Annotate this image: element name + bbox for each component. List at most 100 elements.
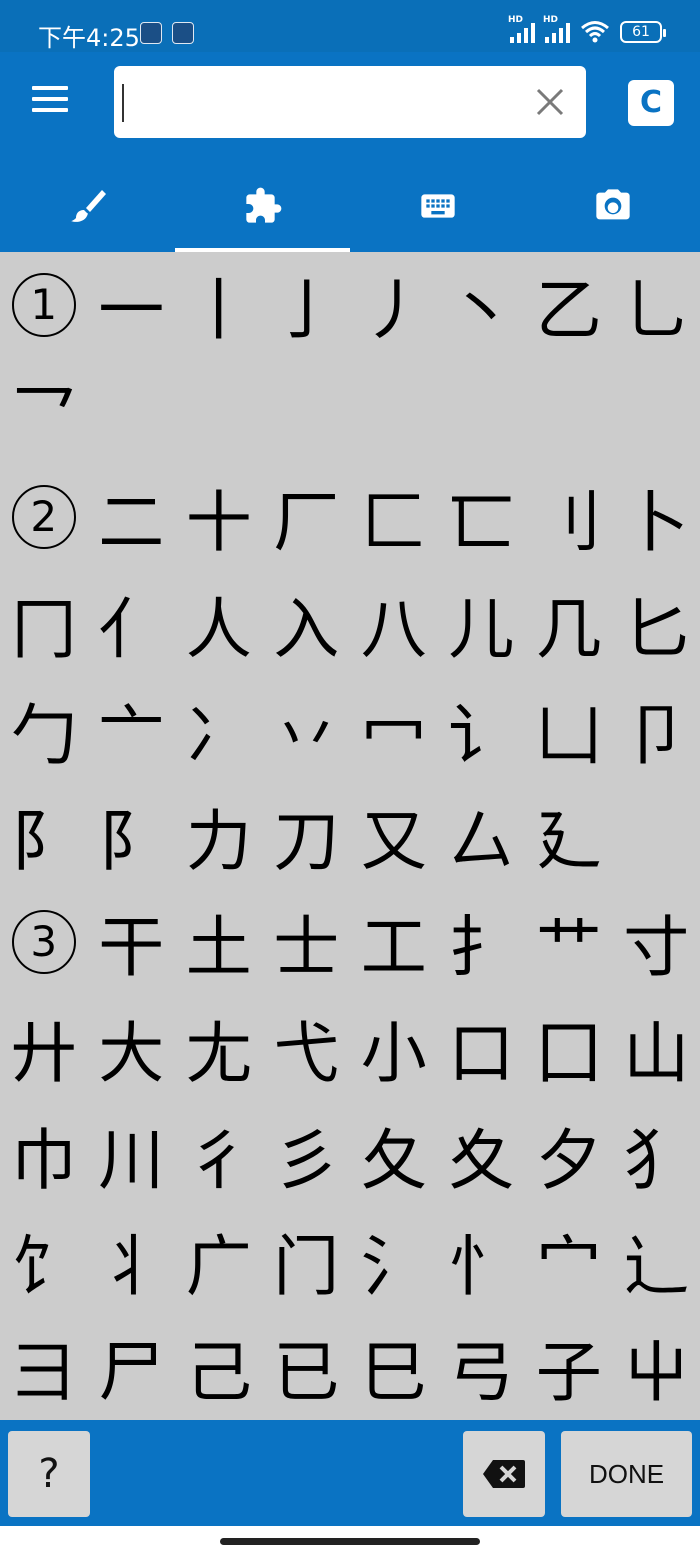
radical-key[interactable]: 八 bbox=[350, 571, 438, 677]
radical-key[interactable]: 工 bbox=[350, 889, 438, 995]
radical-key[interactable]: 廴 bbox=[525, 783, 613, 889]
radical-key[interactable]: 亅 bbox=[263, 252, 351, 358]
radical-key[interactable]: 亻 bbox=[88, 571, 176, 677]
clear-icon[interactable] bbox=[534, 86, 566, 118]
radical-key[interactable]: 凵 bbox=[525, 677, 613, 783]
radical-key[interactable]: 二 bbox=[88, 464, 176, 570]
app-bar: C bbox=[0, 52, 700, 252]
radical-key[interactable]: 土 bbox=[175, 889, 263, 995]
radical-key[interactable]: 已 bbox=[263, 1314, 351, 1420]
radical-key[interactable]: 丨 bbox=[175, 252, 263, 358]
radical-row: 饣丬广门氵忄宀辶 bbox=[0, 1208, 700, 1314]
radical-key[interactable]: 讠 bbox=[438, 677, 526, 783]
radical-key[interactable]: 己 bbox=[175, 1314, 263, 1420]
keyboard-icon bbox=[420, 194, 455, 218]
radical-key[interactable]: 山 bbox=[613, 995, 700, 1101]
radical-key[interactable]: 艹 bbox=[525, 889, 613, 995]
radical-key[interactable]: 广 bbox=[175, 1208, 263, 1314]
radical-key[interactable]: 廾 bbox=[0, 995, 88, 1101]
radical-key[interactable]: 犭 bbox=[613, 1102, 700, 1208]
radical-key[interactable]: 阝 bbox=[0, 783, 88, 889]
radical-key[interactable]: 夂 bbox=[350, 1102, 438, 1208]
tab-keyboard[interactable] bbox=[350, 160, 525, 252]
radical-key[interactable]: 一 bbox=[88, 252, 176, 358]
radical-key[interactable]: 亠 bbox=[88, 677, 176, 783]
radical-key[interactable]: 小 bbox=[350, 995, 438, 1101]
radical-row: 1一丨亅丿丶乙乚 bbox=[0, 252, 700, 358]
home-indicator[interactable] bbox=[220, 1538, 480, 1545]
radical-key[interactable]: 十 bbox=[175, 464, 263, 570]
radical-key[interactable]: 巳 bbox=[350, 1314, 438, 1420]
radical-key[interactable]: 力 bbox=[175, 783, 263, 889]
radical-key[interactable]: 士 bbox=[263, 889, 351, 995]
radical-key[interactable]: 又 bbox=[350, 783, 438, 889]
radical-key[interactable]: 丶 bbox=[438, 252, 526, 358]
radical-key[interactable]: 匚 bbox=[350, 464, 438, 570]
radical-key[interactable]: 扌 bbox=[438, 889, 526, 995]
radical-key[interactable]: 彳 bbox=[175, 1102, 263, 1208]
stroke-count-label: 1 bbox=[0, 252, 88, 358]
radical-key[interactable]: 屮 bbox=[613, 1314, 700, 1420]
radical-key[interactable]: 卜 bbox=[613, 464, 700, 570]
tab-radicals[interactable] bbox=[175, 160, 350, 252]
radical-row: 冂亻人入八儿几匕 bbox=[0, 571, 700, 677]
backspace-button[interactable] bbox=[463, 1431, 545, 1517]
radical-key[interactable]: 弓 bbox=[438, 1314, 526, 1420]
radical-key[interactable]: 刀 bbox=[263, 783, 351, 889]
radical-key[interactable]: 丷 bbox=[263, 677, 351, 783]
radical-key[interactable]: 匸 bbox=[438, 464, 526, 570]
radical-key[interactable]: 彐 bbox=[0, 1314, 88, 1420]
help-button[interactable]: ? bbox=[8, 1431, 90, 1517]
radical-key[interactable]: 丿 bbox=[350, 252, 438, 358]
radical-key[interactable]: 入 bbox=[263, 571, 351, 677]
radical-key[interactable]: 刂 bbox=[525, 464, 613, 570]
done-button[interactable]: DONE bbox=[561, 1431, 692, 1517]
radical-key[interactable]: 匕 bbox=[613, 571, 700, 677]
radical-key[interactable]: 阝 bbox=[88, 783, 176, 889]
radical-key[interactable]: 尢 bbox=[175, 995, 263, 1101]
radical-key[interactable]: 辶 bbox=[613, 1208, 700, 1314]
radical-key[interactable]: 夕 bbox=[525, 1102, 613, 1208]
tab-camera[interactable] bbox=[525, 160, 700, 252]
c-button[interactable]: C bbox=[628, 80, 674, 126]
radical-key[interactable]: 饣 bbox=[0, 1208, 88, 1314]
radical-key[interactable]: 宀 bbox=[525, 1208, 613, 1314]
radical-key[interactable]: 冫 bbox=[175, 677, 263, 783]
radical-key[interactable]: 冖 bbox=[350, 677, 438, 783]
radical-key[interactable]: 冂 bbox=[0, 571, 88, 677]
search-box[interactable] bbox=[114, 66, 586, 138]
radical-key[interactable]: 寸 bbox=[613, 889, 700, 995]
radical-key[interactable]: 门 bbox=[263, 1208, 351, 1314]
radical-key[interactable]: 勹 bbox=[0, 677, 88, 783]
radical-key[interactable]: 彡 bbox=[263, 1102, 351, 1208]
radical-key[interactable]: 弋 bbox=[263, 995, 351, 1101]
radical-key[interactable]: 乙 bbox=[525, 252, 613, 358]
radical-key[interactable]: 氵 bbox=[350, 1208, 438, 1314]
radical-key[interactable]: 几 bbox=[525, 571, 613, 677]
menu-button[interactable] bbox=[32, 86, 68, 116]
radical-key[interactable]: 尸 bbox=[88, 1314, 176, 1420]
radical-key[interactable]: 子 bbox=[525, 1314, 613, 1420]
radical-key[interactable]: 忄 bbox=[438, 1208, 526, 1314]
radical-key[interactable]: 丬 bbox=[88, 1208, 176, 1314]
search-input[interactable] bbox=[124, 74, 524, 130]
radical-key[interactable]: 乛 bbox=[0, 358, 88, 464]
radical-row: 2二十厂匚匸刂卜 bbox=[0, 464, 700, 570]
tab-handwriting[interactable] bbox=[0, 160, 175, 252]
stroke-count-text: 2 bbox=[11, 485, 76, 550]
radical-key[interactable]: 儿 bbox=[438, 571, 526, 677]
radical-key[interactable]: 乚 bbox=[613, 252, 700, 358]
radical-key[interactable]: 人 bbox=[175, 571, 263, 677]
radical-key[interactable]: 囗 bbox=[525, 995, 613, 1101]
radical-key[interactable]: 口 bbox=[438, 995, 526, 1101]
radical-key[interactable]: 厂 bbox=[263, 464, 351, 570]
radical-key[interactable]: 巾 bbox=[0, 1102, 88, 1208]
stroke-count-label: 2 bbox=[0, 464, 88, 570]
radical-key[interactable]: 厶 bbox=[438, 783, 526, 889]
radical-key[interactable]: 川 bbox=[88, 1102, 176, 1208]
radical-key[interactable]: 夊 bbox=[438, 1102, 526, 1208]
radical-key[interactable]: 卩 bbox=[613, 677, 700, 783]
radical-key[interactable]: 干 bbox=[88, 889, 176, 995]
radical-key[interactable]: 大 bbox=[88, 995, 176, 1101]
wifi-icon bbox=[581, 21, 609, 43]
